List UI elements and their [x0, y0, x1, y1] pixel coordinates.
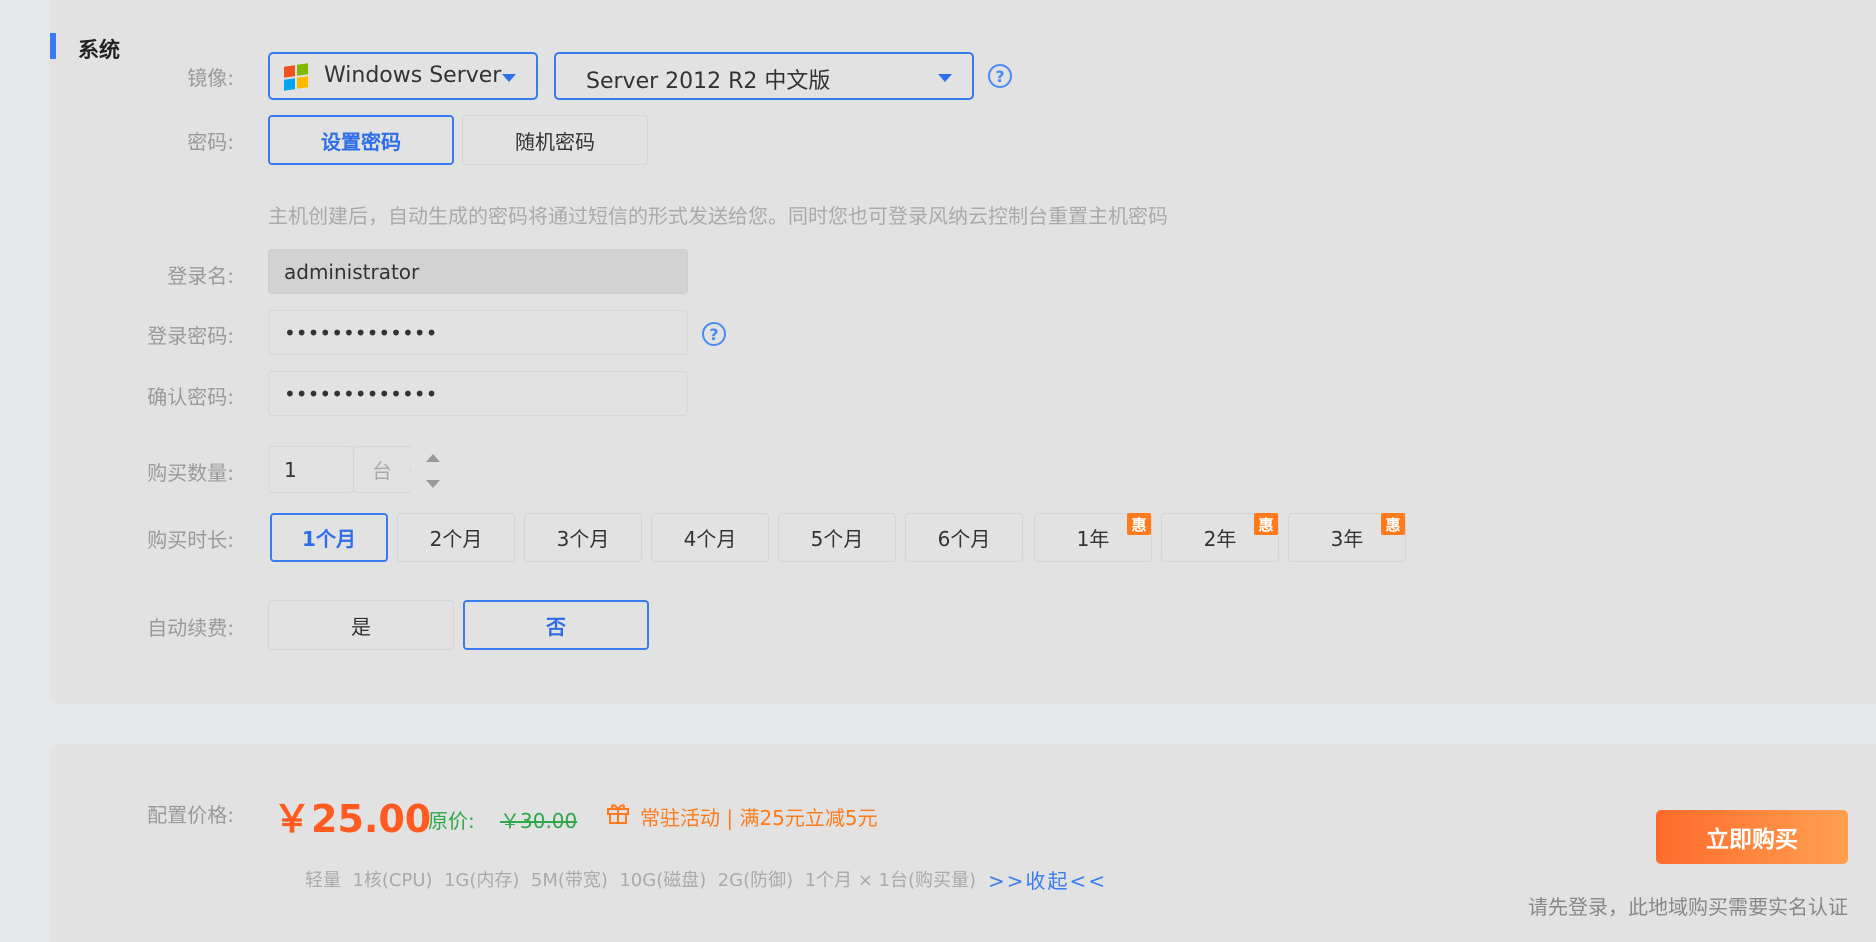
collapse-link[interactable]: >>收起<<: [988, 865, 1107, 894]
windows-logo-icon: [284, 63, 310, 91]
promo-text: 常驻活动 | 满25元立减5元: [640, 806, 878, 830]
login-notice: 请先登录，此地域购买需要实名认证: [1528, 895, 1848, 919]
login-password-input[interactable]: •••••••••••••: [268, 310, 688, 355]
price-amount: ￥25.00: [273, 797, 432, 841]
login-name-input: administrator: [268, 249, 688, 294]
help-icon[interactable]: ?: [988, 64, 1012, 88]
confirm-password-input[interactable]: •••••••••••••: [268, 371, 688, 416]
os-version-select[interactable]: Server 2012 R2 中文版: [554, 52, 974, 100]
confirm-password-label: 确认密码:: [147, 385, 234, 409]
duration-label: 购买时长:: [147, 528, 234, 552]
quantity-input[interactable]: 1: [268, 446, 354, 493]
image-label: 镜像:: [187, 66, 234, 90]
duration-option[interactable]: 1个月: [270, 513, 388, 562]
duration-option[interactable]: 5个月: [778, 513, 896, 562]
login-name-label: 登录名:: [167, 264, 234, 288]
help-icon[interactable]: ?: [702, 322, 726, 346]
price-label: 配置价格:: [147, 803, 234, 827]
discount-badge: 惠: [1381, 513, 1405, 535]
buy-now-button[interactable]: 立即购买: [1656, 810, 1848, 864]
auto-renew-label: 自动续费:: [147, 616, 234, 640]
duration-option[interactable]: 6个月: [905, 513, 1023, 562]
login-password-label: 登录密码:: [147, 324, 234, 348]
discount-badge: 惠: [1127, 513, 1151, 535]
config-summary: 轻量 1核(CPU) 1G(内存) 5M(带宽) 10G(磁盘) 2G(防御) …: [305, 870, 977, 891]
os-family-select[interactable]: Windows Server: [268, 52, 538, 100]
duration-option[interactable]: 2个月: [397, 513, 515, 562]
discount-badge: 惠: [1254, 513, 1278, 535]
set-password-button[interactable]: 设置密码: [268, 115, 454, 165]
duration-option[interactable]: 3个月: [524, 513, 642, 562]
quantity-increment-button[interactable]: [410, 446, 456, 470]
random-password-button[interactable]: 随机密码: [462, 115, 648, 165]
chevron-down-icon: [938, 74, 952, 82]
quantity-decrement-button[interactable]: [410, 472, 456, 496]
auto-renew-no-button[interactable]: 否: [463, 600, 649, 650]
original-price-label: 原价:: [428, 809, 475, 833]
os-version-value: Server 2012 R2 中文版: [586, 69, 831, 94]
quantity-unit: 台: [353, 446, 411, 493]
original-price-value: ￥30.00: [500, 809, 578, 833]
password-hint: 主机创建后，自动生成的密码将通过短信的形式发送给您。同时您也可登录风纳云控制台重…: [268, 204, 1168, 228]
gift-icon: [607, 804, 629, 824]
caret-down-icon: [426, 480, 440, 488]
os-family-value: Windows Server: [324, 63, 502, 88]
section-title: 系统: [78, 38, 120, 62]
auto-renew-yes-button[interactable]: 是: [268, 600, 454, 650]
caret-up-icon: [426, 454, 440, 462]
password-label: 密码:: [187, 130, 234, 154]
duration-option[interactable]: 4个月: [651, 513, 769, 562]
quantity-label: 购买数量:: [147, 461, 234, 485]
chevron-down-icon: [502, 74, 516, 82]
section-accent-bar: [50, 33, 56, 59]
